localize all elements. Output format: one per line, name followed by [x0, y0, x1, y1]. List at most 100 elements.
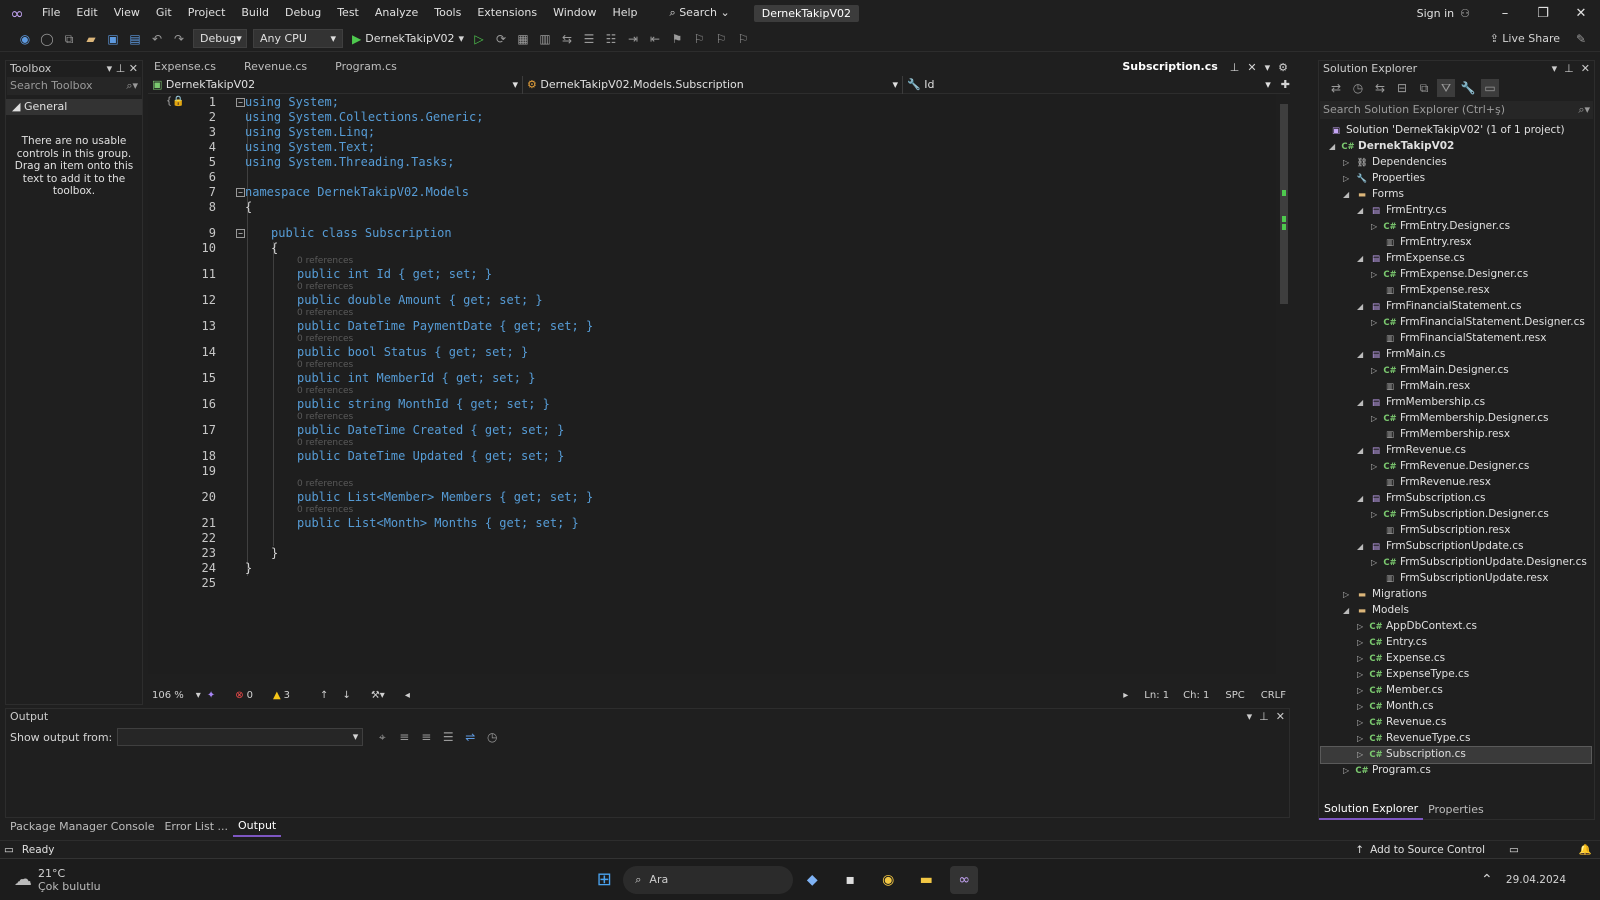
close-window-icon[interactable]: ✕ — [1562, 6, 1600, 21]
codelens-references[interactable]: 0 references — [297, 308, 353, 318]
tree-designer-file[interactable]: ▷ C# FrmMain.Designer.cs — [1371, 363, 1509, 379]
minimize-icon[interactable]: – — [1486, 6, 1524, 21]
outdent-icon[interactable]: ⇤ — [646, 30, 664, 48]
pin-icon[interactable]: ⊥ — [1256, 710, 1269, 723]
tree-solution[interactable]: ▣ Solution 'DernekTakipV02' (1 of 1 proje… — [1329, 123, 1565, 139]
show-all-files-icon[interactable]: ⧉ — [1415, 79, 1433, 97]
menu-file[interactable]: File — [34, 0, 68, 26]
tree-resx-file[interactable]: ▥ FrmSubscriptionUpdate.resx — [1383, 571, 1549, 587]
collapse-region-icon[interactable]: − — [236, 229, 245, 238]
menu-edit[interactable]: Edit — [68, 0, 105, 26]
codelens-references[interactable]: 0 references — [297, 505, 353, 515]
tree-properties[interactable]: ▷ 🔧 Properties — [1343, 171, 1425, 187]
clock-date[interactable]: 29.04.2024 — [1506, 874, 1566, 886]
warning-icon[interactable]: ▲ — [273, 690, 281, 701]
tree-model-file[interactable]: ▷ C# AppDbContext.cs — [1357, 619, 1477, 635]
editor-vertical-scrollbar[interactable] — [1278, 94, 1290, 674]
scroll-left-icon[interactable]: ◂ — [405, 690, 410, 701]
next-bookmark-icon[interactable]: ⚐ — [712, 30, 730, 48]
scroll-right-icon[interactable]: ▸ — [1123, 690, 1128, 701]
menu-test[interactable]: Test — [329, 0, 367, 26]
tree-form-file[interactable]: ◢ ▤ FrmSubscriptionUpdate.cs — [1357, 539, 1523, 555]
member-dropdown[interactable]: 🔧 Id ▾ — [903, 76, 1275, 94]
start-debugging-button[interactable]: ▶ DernekTakipV02 ▾ — [352, 32, 464, 46]
collapse-all-icon[interactable]: ⊟ — [1393, 79, 1411, 97]
visual-studio-taskbar-icon[interactable]: ∞ — [950, 865, 979, 894]
pin-icon[interactable]: ⊥ — [1561, 62, 1574, 75]
browse-folder-icon[interactable]: ▦ — [514, 30, 532, 48]
tree-resx-file[interactable]: ▥ FrmExpense.resx — [1383, 283, 1490, 299]
close-icon[interactable]: ✕ — [129, 62, 138, 75]
comment-icon[interactable]: ☰ — [580, 30, 598, 48]
tab-error-list[interactable]: Error List ... — [159, 818, 233, 836]
redo-icon[interactable]: ↷ — [170, 30, 188, 48]
tree-form-file[interactable]: ◢ ▤ FrmRevenue.cs — [1357, 443, 1466, 459]
navigate-back-icon[interactable]: ◉ — [16, 30, 34, 48]
codelens-references[interactable]: 0 references — [297, 256, 353, 266]
tree-project[interactable]: ◢ C# DernekTakipV02 — [1329, 139, 1454, 155]
clear-bookmarks-icon[interactable]: ⚐ — [734, 30, 752, 48]
pin-icon[interactable]: ⊥ — [116, 62, 126, 75]
pin-tab-icon[interactable]: ⊥ — [1230, 61, 1240, 74]
sign-in-link[interactable]: Sign in — [1417, 7, 1455, 20]
menu-tools[interactable]: Tools — [426, 0, 469, 26]
copilot-icon[interactable]: ◆ — [798, 866, 826, 894]
close-icon[interactable]: ✕ — [1272, 710, 1285, 723]
tree-folder-forms[interactable]: ◢ ▬ Forms — [1343, 187, 1404, 203]
tree-designer-file[interactable]: ▷ C# FrmRevenue.Designer.cs — [1371, 459, 1529, 475]
tree-designer-file[interactable]: ▷ C# FrmSubscription.Designer.cs — [1371, 507, 1549, 523]
solution-configuration-dropdown[interactable]: Debug ▾ — [193, 29, 247, 48]
restore-icon[interactable]: ❐ — [1524, 6, 1562, 21]
toolbox-group-general[interactable]: ◢ General — [6, 99, 142, 115]
tree-folder-migrations[interactable]: ▷ ▬ Migrations — [1343, 587, 1427, 603]
tree-model-file[interactable]: ▷ C# Entry.cs — [1357, 635, 1427, 651]
tree-model-file[interactable]: ▷ C# RevenueType.cs — [1357, 731, 1470, 747]
tab-subscription-active[interactable]: Subscription.cs — [1116, 58, 1223, 76]
codelens-references[interactable]: 0 references — [297, 334, 353, 344]
tree-model-file[interactable]: ▷ C# Expense.cs — [1357, 651, 1445, 667]
menu-window[interactable]: Window — [545, 0, 604, 26]
tree-resx-file[interactable]: ▥ FrmEntry.resx — [1383, 235, 1472, 251]
whitespace-indicator[interactable]: SPC — [1225, 690, 1244, 701]
menu-project[interactable]: Project — [180, 0, 234, 26]
menu-git[interactable]: Git — [148, 0, 180, 26]
tree-model-file[interactable]: ▷ C# ExpenseType.cs — [1357, 667, 1469, 683]
codelens-references[interactable]: 0 references — [297, 360, 353, 370]
project-dropdown[interactable]: ▣ DernekTakipV02 ▾ — [148, 75, 523, 94]
tree-model-file[interactable]: ▷ C# Month.cs — [1357, 699, 1434, 715]
close-icon[interactable]: ✕ — [1577, 62, 1590, 75]
clock-icon[interactable]: ◷ — [483, 728, 501, 746]
start-without-debugging-icon[interactable]: ▷ — [470, 30, 488, 48]
tree-program-file[interactable]: ▷ C# Program.cs — [1343, 763, 1431, 779]
split-editor-icon[interactable]: ✚ — [1281, 78, 1290, 91]
tree-resx-file[interactable]: ▥ FrmRevenue.resx — [1383, 475, 1491, 491]
output-source-dropdown[interactable]: ▾ — [117, 728, 364, 746]
menu-view[interactable]: View — [106, 0, 148, 26]
toolbox-search-input[interactable]: Search Toolbox ⌕▾ — [7, 77, 141, 95]
indent-icon[interactable]: ⇥ — [624, 30, 642, 48]
uncomment-icon[interactable]: ☷ — [602, 30, 620, 48]
tab-expense[interactable]: Expense.cs — [148, 58, 222, 76]
file-explorer-icon[interactable]: ▬ — [912, 866, 940, 894]
tree-form-file[interactable]: ◢ ▤ FrmSubscription.cs — [1357, 491, 1485, 507]
save-icon[interactable]: ▣ — [104, 30, 122, 48]
select-repository-button[interactable]: ▭ — [1509, 844, 1519, 856]
chevron-down-icon[interactable]: ▾ — [196, 690, 201, 701]
undo-icon[interactable]: ↶ — [148, 30, 166, 48]
solution-platform-dropdown[interactable]: Any CPU ▾ — [253, 29, 343, 48]
add-to-source-control-button[interactable]: Add to Source Control — [1370, 844, 1485, 856]
feature-search-button[interactable]: ⌕ Search ⌄ — [662, 0, 738, 26]
arrow-up-icon[interactable]: ↑ — [320, 690, 328, 701]
tree-designer-file[interactable]: ▷ C# FrmFinancialStatement.Designer.cs — [1371, 315, 1585, 331]
hot-reload-icon[interactable]: ⟳ — [492, 30, 510, 48]
weather-widget[interactable]: ☁ 21°C Çok bulutlu — [14, 867, 101, 893]
tree-form-file[interactable]: ◢ ▤ FrmExpense.cs — [1357, 251, 1465, 267]
code-cleanup-icon[interactable]: ⚒▾ — [371, 690, 385, 701]
char-indicator[interactable]: Ch: 1 — [1183, 690, 1209, 701]
menu-extensions[interactable]: Extensions — [469, 0, 545, 26]
open-file-icon[interactable]: ▰ — [82, 30, 100, 48]
tab-package-manager-console[interactable]: Package Manager Console — [5, 818, 159, 836]
intellicode-icon[interactable]: ✦ — [207, 690, 215, 701]
codelens-references[interactable]: 0 references — [297, 438, 353, 448]
tray-chevron-icon[interactable]: ⌃ — [1473, 866, 1501, 894]
